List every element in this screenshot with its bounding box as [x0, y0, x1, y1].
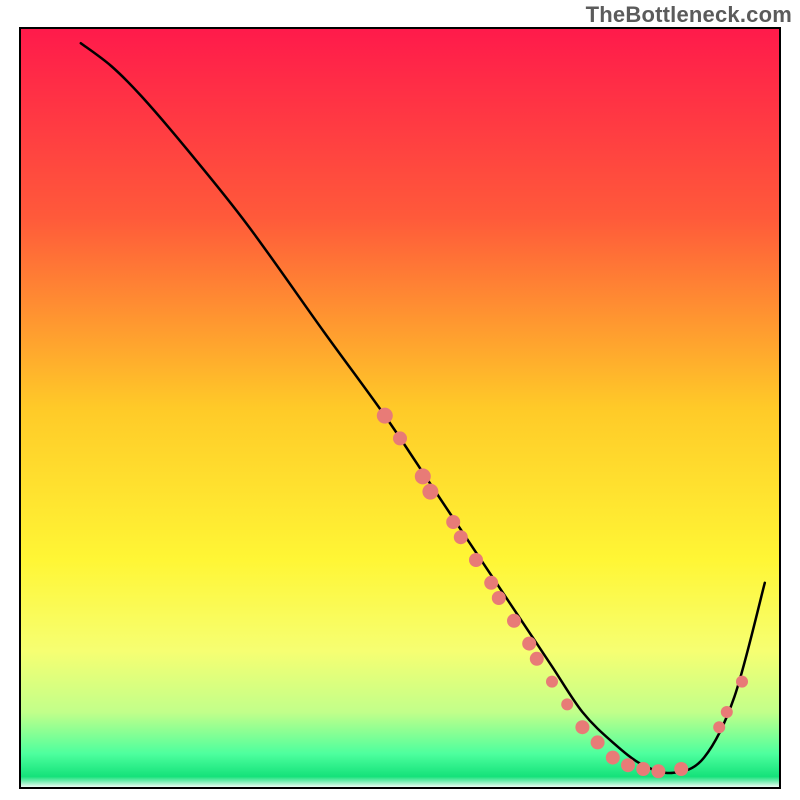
data-point — [591, 735, 605, 749]
data-point — [721, 706, 733, 718]
data-point — [484, 576, 498, 590]
data-point — [377, 408, 393, 424]
data-point — [546, 676, 558, 688]
data-point — [422, 484, 438, 500]
data-point — [507, 614, 521, 628]
data-point — [621, 758, 635, 772]
data-point — [454, 530, 468, 544]
data-point — [636, 762, 650, 776]
data-point — [674, 762, 688, 776]
data-point — [606, 751, 620, 765]
data-point — [469, 553, 483, 567]
gradient-background — [20, 28, 780, 788]
data-point — [561, 698, 573, 710]
data-point — [651, 764, 665, 778]
data-point — [713, 721, 725, 733]
watermark-text: TheBottleneck.com — [586, 2, 792, 28]
data-point — [575, 720, 589, 734]
data-point — [393, 431, 407, 445]
data-point — [446, 515, 460, 529]
data-point — [522, 637, 536, 651]
data-point — [492, 591, 506, 605]
data-point — [415, 468, 431, 484]
chart-container: TheBottleneck.com — [0, 0, 800, 800]
data-point — [530, 652, 544, 666]
chart-svg — [0, 0, 800, 800]
data-point — [736, 676, 748, 688]
